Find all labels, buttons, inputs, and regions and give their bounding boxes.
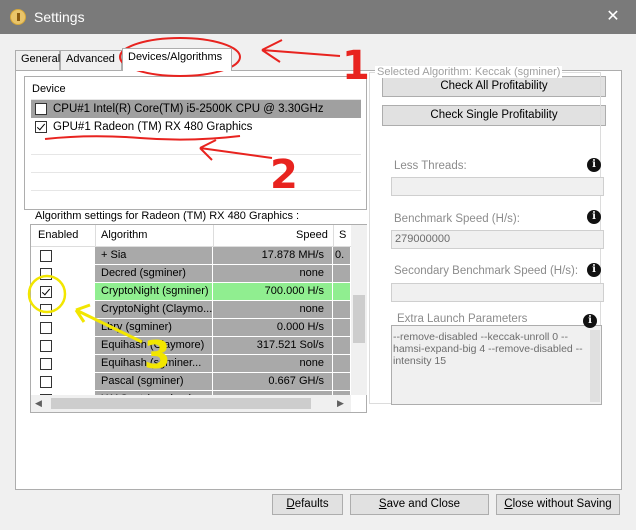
yellow-circle-checkbox xyxy=(27,274,67,314)
red-underline-gpu xyxy=(44,135,241,141)
red-arrow-1 xyxy=(261,39,341,63)
annotation-overlay: 1 2 3 xyxy=(27,37,370,377)
annotation-number-1: 1 xyxy=(342,43,370,89)
yellow-arrow-3 xyxy=(74,303,143,344)
tab-devices-algorithms[interactable]: Devices/Algorithms xyxy=(122,48,232,71)
annotation-number-3: 3 xyxy=(144,333,170,377)
annotation-number-2: 2 xyxy=(270,152,298,198)
red-arrow-2 xyxy=(199,139,273,161)
